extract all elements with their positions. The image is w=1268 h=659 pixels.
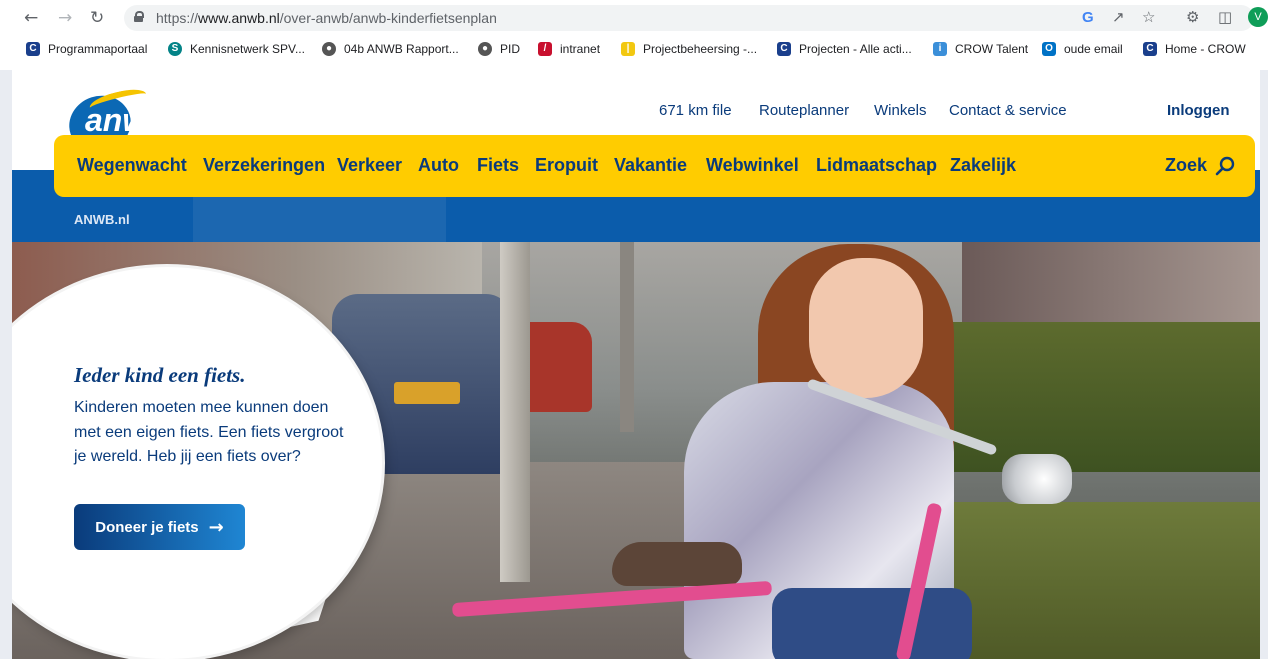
photo-girl-face [809, 258, 923, 398]
bookmark-item[interactable]: ● 04b ANWB Rapport... [322, 42, 459, 56]
browser-chrome: ← → ↻ https://www.anwb.nl/over-anwb/anwb… [0, 0, 1268, 70]
arrow-right-icon: → [208, 516, 224, 538]
nav-auto[interactable]: Auto [418, 155, 459, 176]
hero-headline: Ieder kind een fiets. [74, 363, 246, 387]
nav-webwinkel[interactable]: Webwinkel [706, 155, 799, 176]
powerbi-icon: | [621, 42, 635, 56]
nav-verkeer[interactable]: Verkeer [337, 155, 402, 176]
nav-lidmaatschap[interactable]: Lidmaatschap [816, 155, 937, 176]
donate-bike-label: Doneer je fiets [95, 518, 199, 536]
reload-icon[interactable]: ↻ [90, 8, 104, 28]
bookmark-item[interactable]: S Kennisnetwerk SPV... [168, 42, 305, 56]
share-icon[interactable]: ↗ [1112, 8, 1125, 26]
back-icon[interactable]: ← [24, 8, 38, 28]
bookmark-item[interactable]: i CROW Talent [933, 42, 1028, 56]
ig-icon: i [933, 42, 947, 56]
photo-bike-lamp [1002, 454, 1072, 504]
crow-icon: C [1143, 42, 1157, 56]
bookmark-item[interactable]: C Projecten - Alle acti... [777, 42, 912, 56]
bookmark-item[interactable]: | Projectbeheersing -... [621, 42, 757, 56]
url-text[interactable]: https://www.anwb.nl/over-anwb/anwb-kinde… [156, 10, 497, 26]
breadcrumb[interactable]: ANWB.nl [74, 212, 130, 227]
web-page: anwb 671 km file Routeplanner Winkels Co… [12, 70, 1260, 659]
extensions-icon[interactable]: ⚙ [1186, 8, 1199, 26]
donate-bike-button[interactable]: Doneer je fiets → [74, 504, 245, 550]
forward-icon[interactable]: → [58, 8, 72, 28]
hero-body-text: Kinderen moeten mee kunnen doen met een … [74, 399, 344, 465]
nav-fiets[interactable]: Fiets [477, 155, 519, 176]
crow-icon: C [777, 42, 791, 56]
logo-text: anwb [85, 102, 167, 138]
nav-eropuit[interactable]: Eropuit [535, 155, 598, 176]
photo-pole [500, 242, 530, 582]
intranet-icon: / [538, 42, 552, 56]
globe-icon: ● [322, 42, 336, 56]
profile-avatar[interactable]: V [1248, 7, 1268, 27]
bookmark-item[interactable]: C Programmaportaal [26, 42, 147, 56]
search-label: Zoek [1165, 155, 1208, 175]
bookmark-item[interactable]: ● PID [478, 42, 520, 56]
photo-hedge [952, 322, 1260, 472]
sharepoint-icon: S [168, 42, 182, 56]
nav-vakantie[interactable]: Vakantie [614, 155, 687, 176]
photo-bike-seat [612, 542, 742, 586]
crow-icon: C [26, 42, 40, 56]
address-bar[interactable]: https://www.anwb.nl/over-anwb/anwb-kinde… [124, 5, 1254, 31]
bookmarks-bar: C Programmaportaal S Kennisnetwerk SPV... … [0, 38, 1268, 62]
globe-icon: ● [478, 42, 492, 56]
contact-service-link[interactable]: Contact & service [949, 102, 1067, 119]
traffic-jam-link[interactable]: 671 km file [659, 102, 732, 119]
photo-girl-jeans [772, 588, 972, 659]
shops-link[interactable]: Winkels [874, 102, 927, 119]
lock-icon [134, 11, 144, 22]
bookmark-item[interactable]: / intranet [538, 42, 600, 56]
outlook-icon: O [1042, 42, 1056, 56]
bookmark-star-icon[interactable]: ☆ [1142, 8, 1155, 26]
search-button[interactable]: Zoek [1165, 155, 1235, 176]
nav-zakelijk[interactable]: Zakelijk [950, 155, 1016, 176]
photo-pole-small [620, 242, 634, 432]
photo-car-light [394, 382, 460, 404]
bookmark-item[interactable]: Ooude email [1042, 42, 1123, 56]
routeplanner-link[interactable]: Routeplanner [759, 102, 849, 119]
search-icon [1215, 156, 1235, 175]
bookmark-item[interactable]: C Home - CROW [1143, 42, 1246, 56]
nav-verzekeringen[interactable]: Verzekeringen [203, 155, 325, 176]
nav-wegenwacht[interactable]: Wegenwacht [77, 155, 187, 176]
google-lens-icon[interactable]: G [1082, 9, 1094, 26]
login-link[interactable]: Inloggen [1167, 102, 1230, 119]
side-panel-icon[interactable]: ◫ [1218, 8, 1232, 26]
main-navigation: Wegenwacht Verzekeringen Verkeer Auto Fi… [54, 135, 1255, 197]
